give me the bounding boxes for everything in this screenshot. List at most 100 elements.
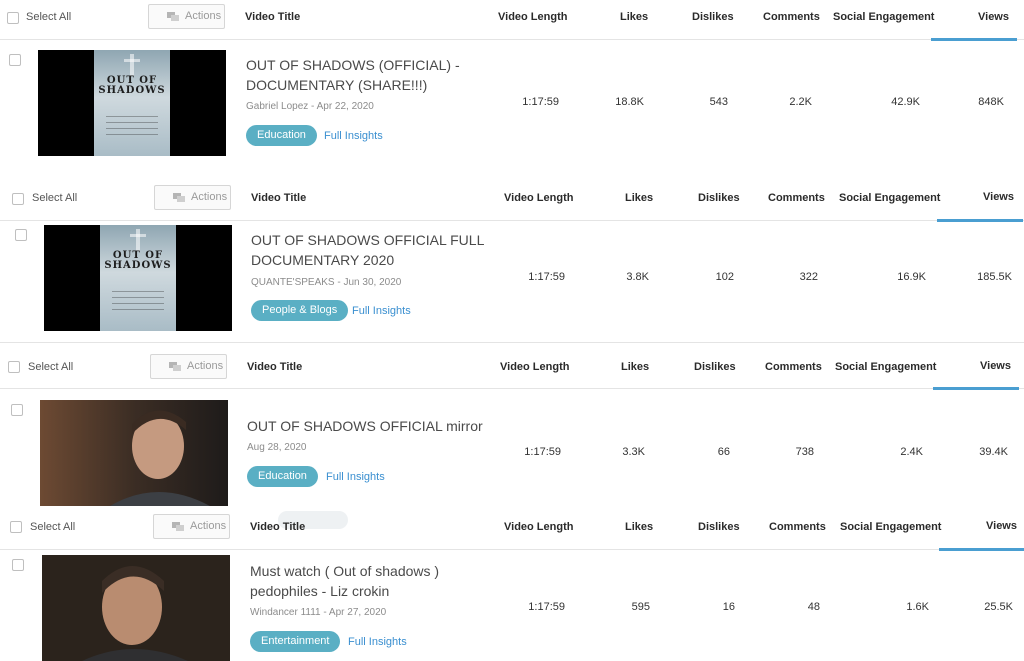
col-likes[interactable]: Likes	[621, 361, 649, 373]
comments-count: 2.2K	[789, 96, 812, 108]
actions-label: Actions	[185, 10, 222, 22]
video-meta: QUANTE'SPEAKS - Jun 30, 2020	[251, 277, 402, 288]
col-views[interactable]: Views	[980, 360, 1011, 372]
actions-label: Actions	[191, 191, 228, 203]
select-all-checkbox[interactable]	[7, 12, 19, 24]
table-header: Select All Actions Video Title Video Len…	[0, 178, 1024, 222]
full-insights-link[interactable]: Full Insights	[326, 471, 385, 483]
col-dislikes[interactable]: Dislikes	[694, 361, 736, 373]
col-likes[interactable]: Likes	[625, 192, 653, 204]
col-likes[interactable]: Likes	[620, 11, 648, 23]
col-social-engagement[interactable]: Social Engagement	[839, 192, 940, 204]
col-social-engagement[interactable]: Social Engagement	[833, 11, 934, 23]
col-views[interactable]: Views	[983, 191, 1014, 203]
video-thumbnail[interactable]	[40, 400, 228, 506]
result-block-2: Select All Actions Video Title Video Len…	[0, 178, 1024, 343]
row-checkbox[interactable]	[9, 54, 21, 66]
actions-label: Actions	[190, 520, 227, 532]
poster-image: OUT OF SHADOWS	[100, 225, 176, 331]
col-video-title[interactable]: Video Title	[247, 361, 302, 373]
col-video-length[interactable]: Video Length	[498, 11, 567, 23]
col-dislikes[interactable]: Dislikes	[692, 11, 734, 23]
result-block-3: Select All Actions Video Title Video Len…	[0, 345, 1024, 515]
views-count: 25.5K	[984, 601, 1013, 613]
select-all-checkbox[interactable]	[8, 361, 20, 373]
likes-count: 595	[631, 601, 650, 613]
dislikes-count: 66	[717, 446, 730, 458]
social-count: 42.9K	[891, 96, 920, 108]
col-comments[interactable]: Comments	[765, 361, 822, 373]
video-meta: Windancer 1111 - Apr 27, 2020	[250, 607, 387, 618]
poster-title: OUT OF SHADOWS	[104, 250, 172, 271]
actions-button[interactable]: Actions	[153, 514, 230, 539]
result-block-4: Select All Actions Video Title Video Len…	[0, 507, 1024, 661]
full-insights-link[interactable]: Full Insights	[324, 130, 383, 142]
full-insights-link[interactable]: Full Insights	[352, 305, 411, 317]
col-video-title[interactable]: Video Title	[250, 521, 305, 533]
video-title[interactable]: OUT OF SHADOWS OFFICIAL mirror	[247, 416, 507, 436]
social-count: 1.6K	[906, 601, 929, 613]
actions-button[interactable]: Actions	[154, 185, 231, 210]
row-checkbox[interactable]	[15, 229, 27, 241]
chat-bubbles-icon	[169, 362, 181, 371]
col-video-length[interactable]: Video Length	[504, 521, 573, 533]
video-thumbnail[interactable]	[42, 555, 230, 661]
poster-title: OUT OF SHADOWS	[98, 75, 166, 96]
select-all-checkbox[interactable]	[12, 193, 24, 205]
table-row: OUT OF SHADOWS OUT OF SHADOWS OFFICIAL F…	[0, 221, 1024, 341]
col-social-engagement[interactable]: Social Engagement	[840, 521, 941, 533]
video-thumbnail[interactable]: OUT OF SHADOWS	[38, 50, 226, 156]
col-views[interactable]: Views	[986, 520, 1017, 532]
actions-button[interactable]: Actions	[150, 354, 227, 379]
table-row: Must watch ( Out of shadows ) pedophiles…	[0, 550, 1024, 661]
likes-count: 3.3K	[622, 446, 645, 458]
col-video-length[interactable]: Video Length	[504, 192, 573, 204]
col-dislikes[interactable]: Dislikes	[698, 192, 740, 204]
chat-bubbles-icon	[172, 522, 184, 531]
video-meta: Aug 28, 2020	[247, 442, 307, 453]
dislikes-count: 102	[715, 271, 734, 283]
category-badge[interactable]: Education	[247, 466, 318, 487]
select-all-label[interactable]: Select All	[28, 361, 73, 373]
video-title[interactable]: OUT OF SHADOWS OFFICIAL FULL DOCUMENTARY…	[251, 230, 491, 270]
actions-button[interactable]: Actions	[148, 4, 225, 29]
col-comments[interactable]: Comments	[768, 192, 825, 204]
man-portrait-image	[40, 400, 228, 506]
video-length: 1:17:59	[524, 446, 561, 458]
select-all-label[interactable]: Select All	[32, 192, 77, 204]
row-checkbox[interactable]	[12, 559, 24, 571]
comments-count: 48	[807, 601, 820, 613]
video-length: 1:17:59	[528, 271, 565, 283]
likes-count: 3.8K	[626, 271, 649, 283]
col-comments[interactable]: Comments	[769, 521, 826, 533]
col-comments[interactable]: Comments	[763, 11, 820, 23]
dislikes-count: 16	[722, 601, 735, 613]
select-all-checkbox[interactable]	[10, 521, 22, 533]
table-row: OUT OF SHADOWS OUT OF SHADOWS (OFFICIAL)…	[0, 40, 1024, 178]
select-all-label[interactable]: Select All	[30, 521, 75, 533]
col-views[interactable]: Views	[978, 11, 1009, 23]
social-count: 16.9K	[897, 271, 926, 283]
video-length: 1:17:59	[522, 96, 559, 108]
col-dislikes[interactable]: Dislikes	[698, 521, 740, 533]
video-title[interactable]: OUT OF SHADOWS (OFFICIAL) - DOCUMENTARY …	[246, 55, 486, 95]
table-header: Select All Actions Video Title Video Len…	[0, 0, 1024, 41]
category-badge[interactable]: Education	[246, 125, 317, 146]
likes-count: 18.8K	[615, 96, 644, 108]
video-meta: Gabriel Lopez - Apr 22, 2020	[246, 101, 374, 112]
col-video-title[interactable]: Video Title	[251, 192, 306, 204]
video-title[interactable]: Must watch ( Out of shadows ) pedophiles…	[250, 561, 480, 601]
table-header: Select All Actions Video Title Video Len…	[0, 507, 1024, 551]
full-insights-link[interactable]: Full Insights	[348, 636, 407, 648]
col-social-engagement[interactable]: Social Engagement	[835, 361, 936, 373]
col-video-title[interactable]: Video Title	[245, 11, 300, 23]
category-badge[interactable]: Entertainment	[250, 631, 341, 652]
category-badge[interactable]: People & Blogs	[251, 300, 349, 321]
result-block-1: Select All Actions Video Title Video Len…	[0, 0, 1024, 178]
comments-count: 322	[799, 271, 818, 283]
col-likes[interactable]: Likes	[625, 521, 653, 533]
video-thumbnail[interactable]: OUT OF SHADOWS	[44, 225, 232, 331]
row-checkbox[interactable]	[11, 404, 23, 416]
select-all-label[interactable]: Select All	[26, 11, 71, 23]
col-video-length[interactable]: Video Length	[500, 361, 569, 373]
